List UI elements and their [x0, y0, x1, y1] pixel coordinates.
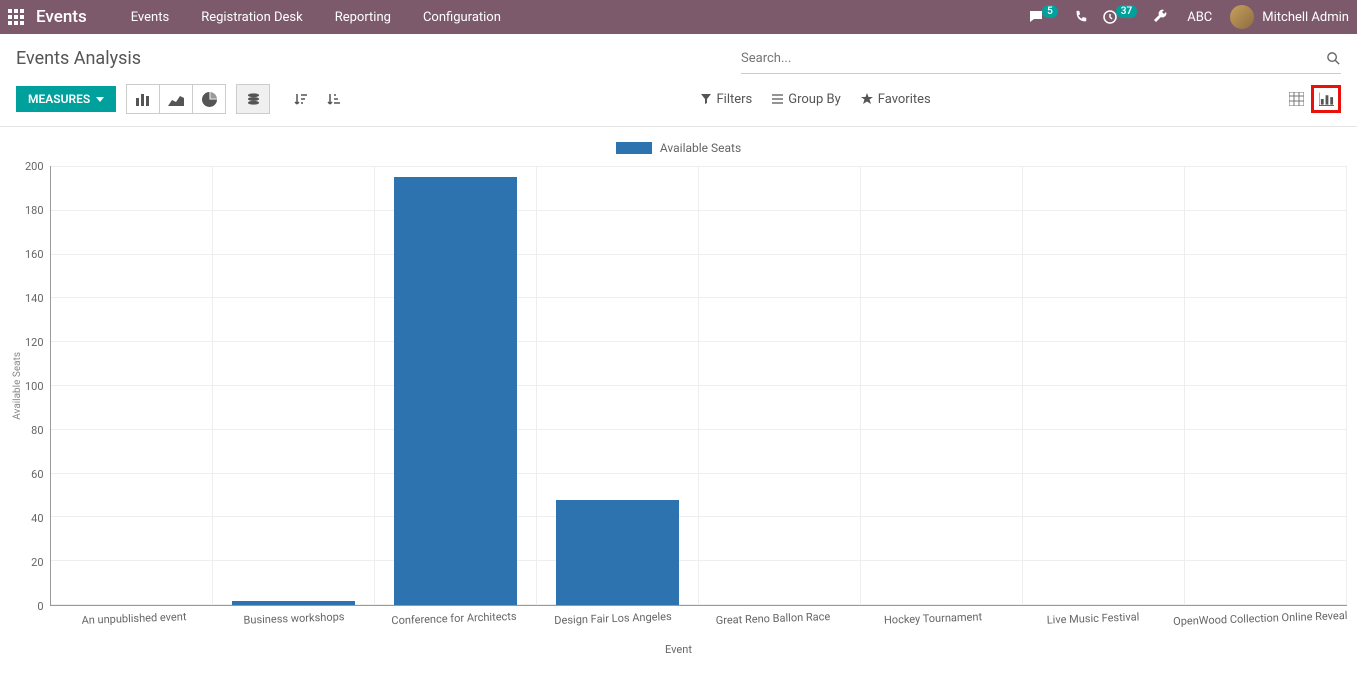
- control-row: Events Analysis: [0, 34, 1357, 74]
- pivot-view-button[interactable]: [1281, 85, 1311, 113]
- favorites-label: Favorites: [878, 92, 931, 107]
- activities-button[interactable]: 37: [1102, 9, 1139, 25]
- star-icon: [861, 93, 873, 105]
- company-switcher[interactable]: ABC: [1183, 0, 1216, 34]
- line-chart-icon: [168, 92, 184, 106]
- groupby-button[interactable]: Group By: [772, 92, 841, 107]
- x-tick: Business workshops: [214, 603, 374, 628]
- bar-chart-button[interactable]: [126, 84, 160, 114]
- legend-label: Available Seats: [660, 141, 741, 155]
- pie-chart-icon: [202, 92, 217, 107]
- funnel-icon: [701, 94, 711, 104]
- measures-label: MEASURES: [28, 92, 90, 106]
- x-tick: OpenWood Collection Online Reveal: [1172, 603, 1347, 628]
- caret-down-icon: [96, 95, 104, 103]
- x-tick: Conference for Architects: [373, 603, 533, 628]
- bar-slot: [375, 166, 537, 605]
- bar-slot: [213, 166, 375, 605]
- wrench-icon: [1153, 9, 1169, 25]
- phone-button[interactable]: [1074, 10, 1088, 24]
- nav-link-configuration[interactable]: Configuration: [407, 0, 517, 34]
- x-tick: Hockey Tournament: [853, 603, 1013, 628]
- search-icon[interactable]: [1326, 51, 1341, 66]
- list-icon: [772, 94, 783, 104]
- x-tick: Great Reno Ballon Race: [693, 603, 853, 628]
- activities-badge: 37: [1116, 5, 1137, 18]
- favorites-button[interactable]: Favorites: [861, 92, 931, 107]
- search-wrap: [741, 44, 1341, 74]
- nav-link-reporting[interactable]: Reporting: [319, 0, 407, 34]
- search-input[interactable]: [741, 51, 1326, 66]
- y-axis: 200180160140120100806040200: [25, 166, 50, 606]
- nav-link-registration-desk[interactable]: Registration Desk: [185, 0, 319, 34]
- groupby-label: Group By: [788, 92, 841, 107]
- graph-view-button[interactable]: [1311, 85, 1341, 113]
- user-menu[interactable]: Mitchell Admin: [1230, 5, 1349, 29]
- line-chart-button[interactable]: [159, 84, 193, 114]
- messages-badge: 5: [1042, 5, 1058, 18]
- sort-desc-icon: [294, 92, 308, 106]
- x-tick: Design Fair Los Angeles: [533, 603, 693, 628]
- measures-button[interactable]: MEASURES: [16, 86, 116, 112]
- bar-slot: [537, 166, 699, 605]
- nav-right: 5 37 ABC Mitchell Admin: [1028, 0, 1349, 34]
- sort-asc-button[interactable]: [317, 84, 351, 114]
- sort-asc-icon: [327, 92, 341, 106]
- page-title: Events Analysis: [16, 44, 141, 69]
- stack-group: [236, 84, 270, 114]
- navbar: Events Events Registration Desk Reportin…: [0, 0, 1357, 34]
- stack-icon: [246, 92, 261, 106]
- bar-chart-icon: [135, 92, 151, 106]
- bar-slot: [1185, 166, 1347, 605]
- pie-chart-button[interactable]: [192, 84, 226, 114]
- x-tick: An unpublished event: [54, 603, 214, 628]
- legend-item: Available Seats: [616, 141, 741, 155]
- messages-button[interactable]: 5: [1028, 9, 1060, 25]
- x-axis-title: Event: [10, 643, 1347, 656]
- chart-area: Available Seats Available Seats 20018016…: [0, 127, 1357, 676]
- user-name: Mitchell Admin: [1262, 10, 1349, 25]
- bar-slot: [699, 166, 861, 605]
- legend: Available Seats: [10, 137, 1347, 166]
- nav-link-events[interactable]: Events: [115, 0, 185, 34]
- sort-buttons: [284, 84, 351, 114]
- filters-button[interactable]: Filters: [701, 92, 752, 107]
- x-axis: An unpublished eventBusiness workshopsCo…: [54, 606, 1347, 625]
- y-axis-title: Available Seats: [10, 352, 25, 420]
- stacked-button[interactable]: [236, 84, 270, 114]
- pivot-icon: [1289, 92, 1304, 106]
- app-brand[interactable]: Events: [36, 7, 87, 27]
- phone-icon: [1074, 10, 1088, 24]
- graph-icon: [1319, 92, 1334, 106]
- debug-button[interactable]: [1153, 9, 1169, 25]
- plot: [50, 166, 1347, 606]
- bar[interactable]: [394, 177, 517, 605]
- x-tick: Live Music Festival: [1012, 603, 1172, 628]
- toolbar-row: MEASURES Filters Group: [0, 74, 1357, 126]
- bar[interactable]: [556, 500, 679, 605]
- filter-bar: Filters Group By Favorites: [701, 92, 930, 107]
- sort-desc-button[interactable]: [284, 84, 318, 114]
- view-switchers: [1281, 85, 1341, 113]
- chart-types: [126, 84, 226, 114]
- legend-swatch: [616, 142, 652, 154]
- bar-slot: [51, 166, 213, 605]
- filters-label: Filters: [716, 92, 752, 107]
- avatar: [1230, 5, 1254, 29]
- apps-icon[interactable]: [8, 9, 24, 25]
- bar-slot: [1023, 166, 1185, 605]
- nav-links: Events Registration Desk Reporting Confi…: [115, 0, 517, 34]
- bar-slot: [861, 166, 1023, 605]
